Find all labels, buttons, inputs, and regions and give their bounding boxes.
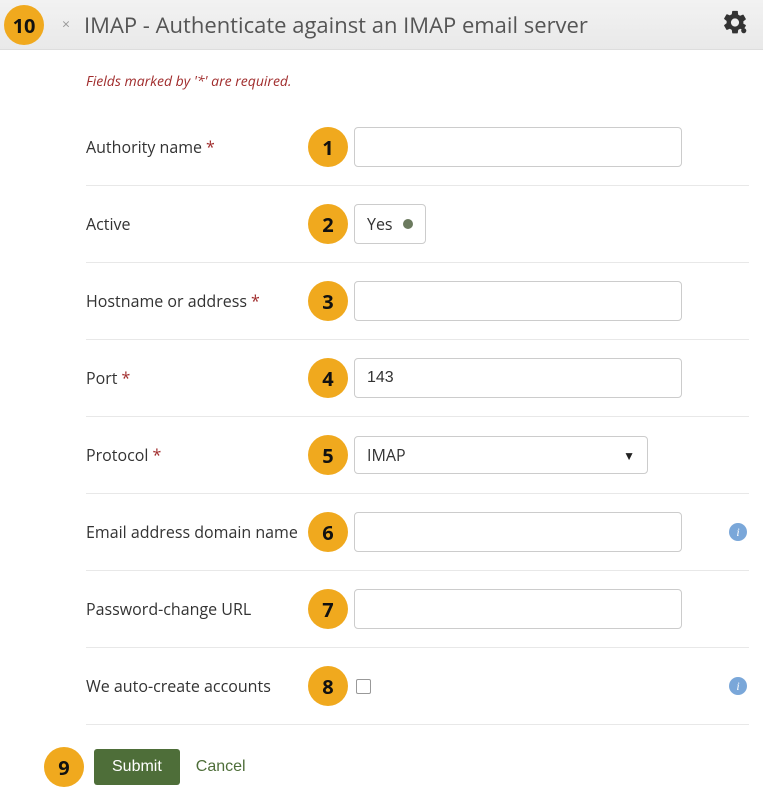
row-email-domain: Email address domain name 6 i [86,494,749,571]
label-text: Protocol [86,444,148,466]
step-marker-2: 2 [308,204,348,244]
password-change-url-input[interactable] [354,589,682,629]
label-text: Password-change URL [86,598,251,620]
required-star: * [206,136,215,158]
auto-create-checkbox[interactable] [356,679,371,694]
step-marker-8: 8 [308,666,348,706]
label-port: Port * [86,367,308,389]
row-authority-name: Authority name * 1 [86,109,749,186]
required-star: * [251,290,260,312]
chevron-down-icon: ▼ [623,447,635,464]
info-icon[interactable]: i [729,523,747,541]
required-star: * [122,367,131,389]
label-text: Port [86,367,118,389]
required-star: * [152,444,161,466]
form-body: Fields marked by '*' are required. Autho… [0,50,763,787]
step-marker-6: 6 [308,512,348,552]
label-hostname: Hostname or address * [86,290,308,312]
protocol-value: IMAP [367,444,406,466]
row-protocol: Protocol * 5 IMAP ▼ [86,417,749,494]
hostname-input[interactable] [354,281,682,321]
label-auto-create: We auto-create accounts [86,675,308,697]
step-marker-10: 10 [4,5,44,45]
port-input[interactable] [354,358,682,398]
info-icon[interactable]: i [729,677,747,695]
active-value: Yes [367,213,393,235]
row-auto-create: We auto-create accounts 8 i [86,648,749,725]
authority-name-input[interactable] [354,127,682,167]
email-domain-input[interactable] [354,512,682,552]
label-text: Email address domain name [86,521,298,543]
label-active: Active [86,213,308,235]
step-marker-1: 1 [308,127,348,167]
required-fields-note: Fields marked by '*' are required. [86,72,749,91]
dialog-title: IMAP - Authenticate against an IMAP emai… [84,10,588,40]
label-authority-name: Authority name * [86,136,308,158]
label-protocol: Protocol * [86,444,308,466]
dialog-header: 10 × IMAP - Authenticate against an IMAP… [0,0,763,50]
gear-icon[interactable] [721,8,749,41]
step-marker-3: 3 [308,281,348,321]
label-password-change-url: Password-change URL [86,598,308,620]
step-marker-7: 7 [308,589,348,629]
label-email-domain: Email address domain name [86,521,308,543]
status-dot-icon [403,219,413,229]
step-marker-9: 9 [44,747,84,787]
close-icon[interactable]: × [62,15,70,34]
row-active: Active 2 Yes [86,186,749,263]
label-text: Authority name [86,136,202,158]
active-toggle[interactable]: Yes [354,204,426,244]
cancel-button[interactable]: Cancel [196,758,246,776]
submit-button[interactable]: Submit [94,749,180,785]
row-port: Port * 4 [86,340,749,417]
protocol-select[interactable]: IMAP ▼ [354,436,648,474]
label-text: Active [86,213,131,235]
row-password-change-url: Password-change URL 7 [86,571,749,648]
row-hostname: Hostname or address * 3 [86,263,749,340]
label-text: Hostname or address [86,290,247,312]
label-text: We auto-create accounts [86,675,271,697]
step-marker-4: 4 [308,358,348,398]
step-marker-5: 5 [308,435,348,475]
form-actions: 9 Submit Cancel [44,725,749,787]
